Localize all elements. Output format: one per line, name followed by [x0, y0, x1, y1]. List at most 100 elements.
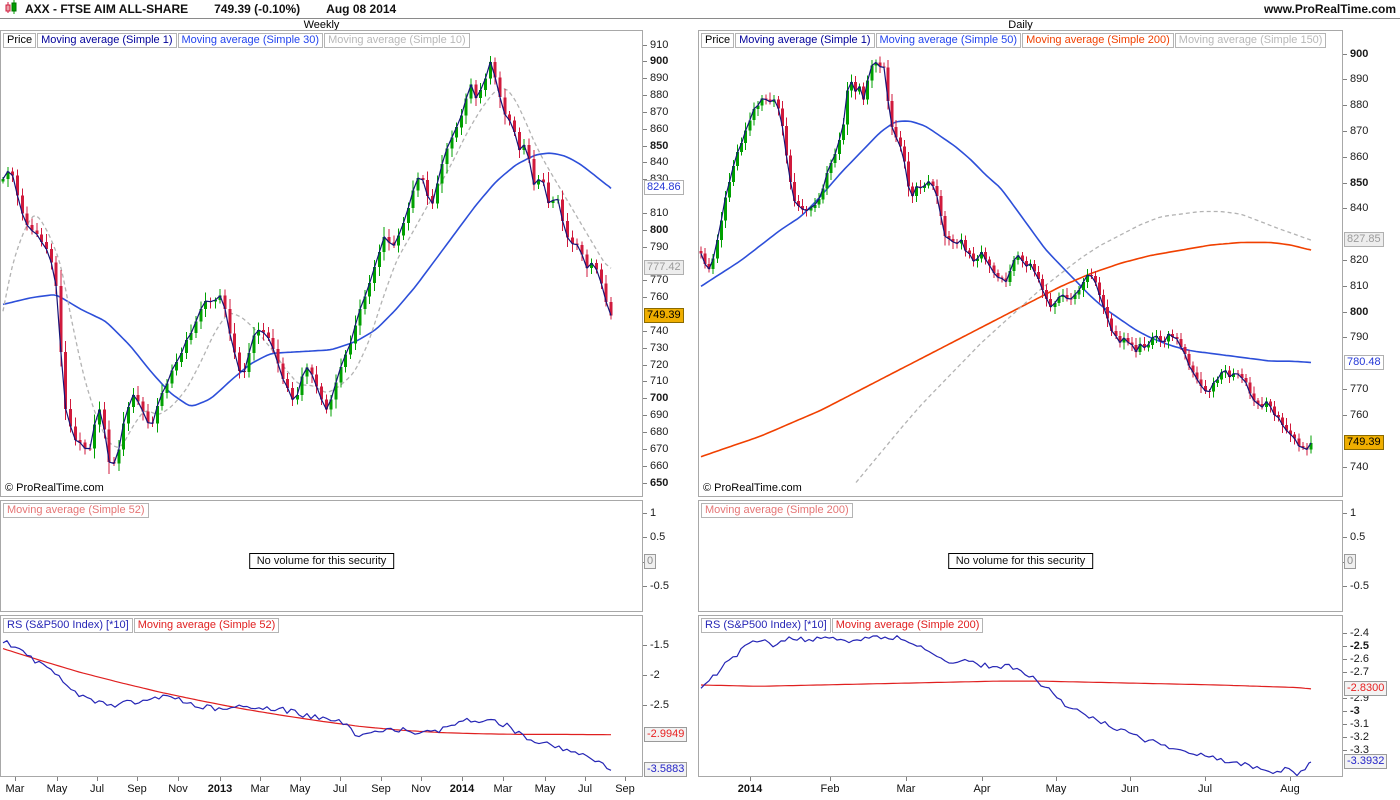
volume-legend-item[interactable]: Moving average (Simple 52) — [3, 503, 149, 518]
x-tick-label: Jun — [1121, 783, 1139, 795]
legend-item[interactable]: Moving average (Simple 1) — [735, 33, 875, 48]
y-tick-label: 850 — [650, 139, 669, 152]
y-tick-label: -0.5 — [650, 580, 669, 592]
y-tick-mark — [1343, 311, 1347, 313]
rs-legend-item[interactable]: Moving average (Simple 52) — [133, 618, 280, 633]
y-tick-mark — [643, 111, 647, 113]
y-tick-label: 870 — [650, 105, 669, 118]
y-tick-mark — [643, 297, 647, 299]
volume-legend-item[interactable]: Moving average (Simple 200) — [701, 503, 853, 518]
y-tick-label: -3 — [1350, 704, 1360, 717]
price-value-label: 827.85 — [1344, 232, 1384, 248]
y-tick-mark — [1343, 710, 1347, 712]
top-info-bar: AXX - FTSE AIM ALL-SHARE 749.39 (-0.10%)… — [0, 0, 1400, 19]
y-tick-label: 770 — [650, 274, 669, 287]
volume-legend-daily: Moving average (Simple 200) — [701, 503, 854, 518]
y-tick-label: 840 — [1350, 202, 1369, 215]
x-tick-label: May — [534, 783, 556, 795]
y-tick-mark — [643, 674, 647, 676]
y-tick-label: 740 — [650, 324, 669, 337]
x-tick-label: Mar — [896, 783, 916, 795]
rs-value-label: -3.5883 — [644, 762, 688, 778]
price-panel-weekly[interactable]: Price Moving average (Simple 1) Moving ave… — [0, 30, 643, 497]
rs-panel-daily[interactable]: RS (S&P500 Index) [*10] Moving average (S… — [698, 615, 1343, 777]
y-tick-mark — [643, 61, 647, 63]
legend-item[interactable]: Moving average (Simple 30) — [177, 33, 324, 48]
y-tick-mark — [643, 347, 647, 349]
price-panel-daily[interactable]: Price Moving average (Simple 1) Moving ave… — [698, 30, 1343, 497]
y-tick-mark — [643, 448, 647, 450]
y-tick-mark — [643, 465, 647, 467]
no-volume-message: No volume for this security — [947, 553, 1094, 569]
volume-panel-weekly[interactable]: Moving average (Simple 52) No volume for… — [0, 500, 643, 612]
y-tick-label: -3.1 — [1350, 717, 1369, 730]
y-tick-label: 850 — [1350, 176, 1369, 189]
y-tick-mark — [643, 229, 647, 231]
y-tick-label: 900 — [1350, 47, 1369, 60]
y-tick-label: 900 — [650, 55, 669, 68]
y-tick-label: 890 — [650, 72, 669, 85]
x-tick-label: Jul — [577, 783, 593, 795]
x-tick-mark — [1130, 777, 1131, 781]
y-tick-label: -3.2 — [1350, 730, 1369, 743]
rs-value-label: -3.3932 — [1344, 754, 1388, 770]
y-tick-label: 720 — [650, 358, 669, 371]
legend-item[interactable]: Price — [701, 33, 735, 48]
y-tick-label: 770 — [1350, 383, 1369, 396]
weekly-price-chart — [1, 56, 613, 474]
y-tick-mark — [1343, 658, 1347, 660]
y-tick-label: 880 — [1350, 99, 1369, 112]
legend-item[interactable]: Moving average (Simple 50) — [875, 33, 1022, 48]
y-tick-mark — [643, 145, 647, 147]
y-tick-label: 910 — [650, 38, 669, 51]
x-tick-label: Mar — [250, 783, 270, 795]
legend-item[interactable]: Moving average (Simple 200) — [1022, 33, 1174, 48]
y-tick-label: 1 — [650, 506, 657, 519]
y-tick-label: 650 — [650, 476, 669, 489]
y-tick-label: 760 — [650, 291, 669, 304]
x-tick-mark — [220, 777, 221, 781]
last-price-and-change: 749.39 (-0.10%) — [214, 2, 301, 16]
rs-legend-daily: RS (S&P500 Index) [*10] Moving average (S… — [701, 618, 984, 633]
volume-value-label: 0 — [1344, 554, 1357, 569]
candlestick-icon — [4, 0, 19, 18]
y-tick-mark — [1343, 156, 1347, 158]
y-tick-label: -2 — [650, 668, 660, 681]
x-tick-label: 2013 — [207, 783, 233, 795]
volume-legend-weekly: Moving average (Simple 52) — [3, 503, 150, 518]
no-volume-message: No volume for this security — [248, 553, 395, 569]
y-tick-label: 820 — [1350, 254, 1369, 266]
volume-panel-daily[interactable]: Moving average (Simple 200) No volume fo… — [698, 500, 1343, 612]
y-tick-label: 810 — [650, 206, 669, 219]
x-tick-label: 2014 — [737, 783, 763, 795]
x-tick-mark — [982, 777, 983, 781]
legend-item[interactable]: Moving average (Simple 1) — [37, 33, 177, 48]
y-tick-mark — [643, 330, 647, 332]
y-tick-label: 790 — [1350, 331, 1369, 344]
y-tick-mark — [1343, 53, 1347, 55]
y-tick-mark — [643, 415, 647, 417]
legend-item[interactable]: Moving average (Simple 150) — [1174, 33, 1327, 48]
rs-value-label: -2.8300 — [1344, 680, 1388, 696]
quote-date: Aug 08 2014 — [326, 2, 397, 16]
legend-item[interactable]: Price — [3, 33, 37, 48]
rs-legend-item[interactable]: RS (S&P500 Index) [*10] — [3, 618, 133, 633]
rs-legend-item[interactable]: Moving average (Simple 200) — [831, 618, 984, 633]
y-tick-mark — [643, 212, 647, 214]
x-tick-label: Sep — [127, 783, 147, 795]
y-tick-mark — [1343, 466, 1347, 468]
rs-legend-item[interactable]: RS (S&P500 Index) [*10] — [701, 618, 831, 633]
x-axis: Mar May Jul Sep Nov 2013 Mar May Jul Sep Nov 2014 Ma… — [0, 777, 1400, 800]
y-tick-mark — [643, 512, 647, 514]
legend-item[interactable]: Moving average (Simple 10) — [324, 33, 470, 48]
y-tick-label: -2.7 — [1350, 665, 1369, 678]
rs-panel-weekly[interactable]: RS (S&P500 Index) [*10] Moving average (S… — [0, 615, 643, 777]
y-tick-label: 0.5 — [1350, 531, 1366, 543]
x-tick-mark — [585, 777, 586, 781]
y-tick-label: -2.6 — [1350, 652, 1369, 665]
y-tick-mark — [643, 644, 647, 646]
y-axis-daily: 900 890 880 870 860 850 840 820 810 800 790 770 760 7… — [1343, 0, 1400, 800]
y-tick-mark — [1343, 645, 1347, 647]
x-tick-mark — [137, 777, 138, 781]
y-tick-label: 730 — [650, 341, 669, 354]
